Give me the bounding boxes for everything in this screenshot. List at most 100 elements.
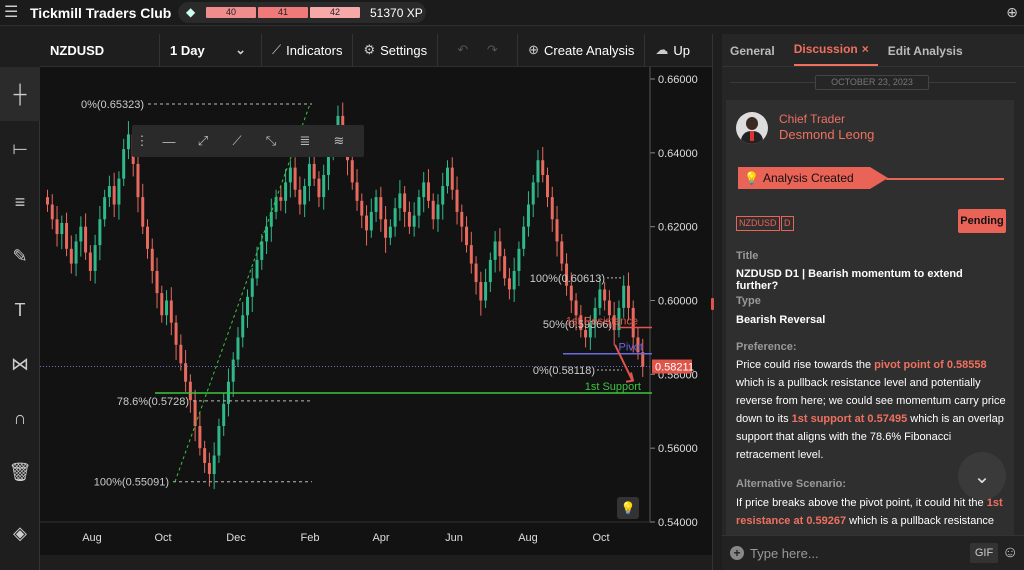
- analysis-card: Chief Trader Desmond Leong 💡 Analysis Cr…: [726, 100, 1014, 570]
- candle-body: [122, 149, 126, 179]
- delete-tool[interactable]: 🗑: [0, 445, 40, 499]
- candle-body: [79, 226, 83, 242]
- candle-body: [117, 178, 121, 205]
- brush-tool[interactable]: ✎: [0, 229, 40, 283]
- tab-label: General: [730, 44, 775, 58]
- extended-line-icon[interactable]: ⤡: [254, 125, 288, 157]
- candle-body: [479, 282, 483, 301]
- timeframe-dropdown[interactable]: 1 Day ⌄: [160, 33, 262, 67]
- comment-input[interactable]: [750, 545, 970, 561]
- upload-button[interactable]: ☁ Up: [645, 34, 700, 67]
- candle-body: [550, 197, 554, 220]
- layers-tool[interactable]: ◈: [0, 518, 40, 548]
- timeframe-label: 1 Day: [170, 42, 205, 58]
- settings-button[interactable]: ⚙ Settings: [353, 33, 439, 67]
- magnet-tool[interactable]: ∩: [0, 391, 40, 445]
- symbol-selector[interactable]: NZDUSD: [40, 33, 160, 67]
- candle-body: [493, 241, 497, 260]
- x-tick-label: Apr: [372, 532, 389, 544]
- candle-body: [126, 134, 130, 150]
- app-title: Tickmill Traders Club: [30, 4, 172, 21]
- trend-line-tool[interactable]: ⟝: [0, 121, 40, 175]
- splitter-handle[interactable]: [711, 298, 714, 310]
- lightbulb-icon[interactable]: 💡: [617, 497, 639, 519]
- tab-label: Discussion: [793, 42, 858, 56]
- gear-icon: ⚙: [363, 42, 376, 57]
- candle-body: [422, 182, 426, 198]
- candle-body: [246, 296, 249, 316]
- brush-icon: ✎: [12, 245, 28, 266]
- candle-body: [317, 178, 321, 198]
- text-tool[interactable]: T: [0, 283, 40, 337]
- x-tick-label: Oct: [592, 532, 609, 544]
- gif-button[interactable]: GIF: [970, 543, 998, 563]
- candle-body: [250, 278, 254, 297]
- tab-edit-analysis[interactable]: Edit Analysis: [888, 44, 972, 66]
- candle-body: [512, 270, 516, 290]
- candle-body: [84, 226, 88, 253]
- upload-label: Up: [673, 42, 690, 58]
- candle-body: [484, 282, 488, 301]
- plus-icon[interactable]: +: [730, 546, 744, 560]
- candle-body: [312, 163, 316, 179]
- globe-icon[interactable]: ⊕: [1006, 4, 1018, 21]
- candle-body: [407, 211, 411, 227]
- title-value: NZDUSD D1 | Bearish momentum to extend f…: [736, 268, 963, 292]
- avatar: [736, 112, 768, 144]
- hamburger-icon[interactable]: ☰: [4, 4, 24, 21]
- drawing-tools: ┼ ⟝ ≡ ✎ T ⋈ ∩ 🗑 ◈: [0, 67, 40, 570]
- author-name[interactable]: Desmond Leong: [779, 127, 874, 142]
- chevron-down-icon: ⌄: [973, 465, 991, 488]
- redo-icon[interactable]: ↷: [487, 42, 498, 58]
- fib-level-label: 100%(0.60613): [530, 273, 605, 285]
- y-tick-label: 0.60000: [658, 296, 698, 308]
- candle-body: [60, 222, 64, 235]
- candle-body: [193, 400, 197, 427]
- candle-body: [574, 300, 578, 316]
- candle-body: [541, 160, 545, 175]
- segment-icon[interactable]: ⤢: [186, 125, 220, 157]
- history-controls: ↶ ↷: [438, 33, 519, 67]
- layers-icon: ◈: [13, 522, 27, 543]
- tab-discussion[interactable]: Discussion ×: [793, 42, 878, 66]
- regression-icon[interactable]: ≋: [322, 125, 356, 157]
- candle-body: [522, 226, 526, 249]
- candle-body: [388, 226, 392, 238]
- indicators-button[interactable]: ⟋ Indicators: [262, 33, 354, 67]
- scroll-down-button[interactable]: ⌄: [958, 452, 1006, 500]
- candle-body: [274, 197, 278, 212]
- candle-body: [88, 252, 92, 271]
- pattern-tool[interactable]: ⋈: [0, 337, 40, 391]
- candle-body: [626, 285, 630, 308]
- candle-body: [141, 197, 145, 227]
- fib-tool[interactable]: ≡: [0, 175, 40, 229]
- tab-general[interactable]: General: [730, 44, 784, 66]
- candle-body: [279, 197, 283, 201]
- candle-body: [555, 219, 559, 242]
- analysis-created-banner: 💡 Analysis Created: [738, 167, 888, 189]
- close-icon[interactable]: ×: [862, 42, 869, 56]
- emoji-icon[interactable]: ☺: [1002, 544, 1018, 562]
- price-level-label: Pivot: [619, 342, 643, 354]
- candle-body: [393, 208, 397, 227]
- create-analysis-button[interactable]: ⊕ Create Analysis: [518, 33, 646, 67]
- candle-body: [231, 359, 235, 382]
- undo-icon[interactable]: ↶: [457, 42, 468, 58]
- banner-line: [886, 178, 1004, 180]
- candle-body: [488, 259, 492, 283]
- title-label: Title: [736, 250, 759, 262]
- candle-body: [74, 241, 78, 264]
- candle-body: [322, 174, 326, 198]
- horizontal-line-icon[interactable]: ―: [152, 125, 186, 157]
- drag-handle-icon[interactable]: ⋮: [132, 125, 152, 157]
- preference-label: Preference:: [736, 341, 797, 353]
- comment-input-bar: + GIF ☺: [722, 535, 1024, 570]
- crosshair-tool[interactable]: ┼: [0, 67, 40, 121]
- ray-icon[interactable]: ⟋: [220, 125, 254, 157]
- candle-body: [174, 322, 178, 345]
- parallel-channel-icon[interactable]: ≣: [288, 125, 322, 157]
- xp-level: 41: [258, 7, 308, 18]
- settings-label: Settings: [380, 42, 428, 58]
- candle-body: [203, 448, 207, 463]
- create-analysis-label: Create Analysis: [544, 42, 635, 58]
